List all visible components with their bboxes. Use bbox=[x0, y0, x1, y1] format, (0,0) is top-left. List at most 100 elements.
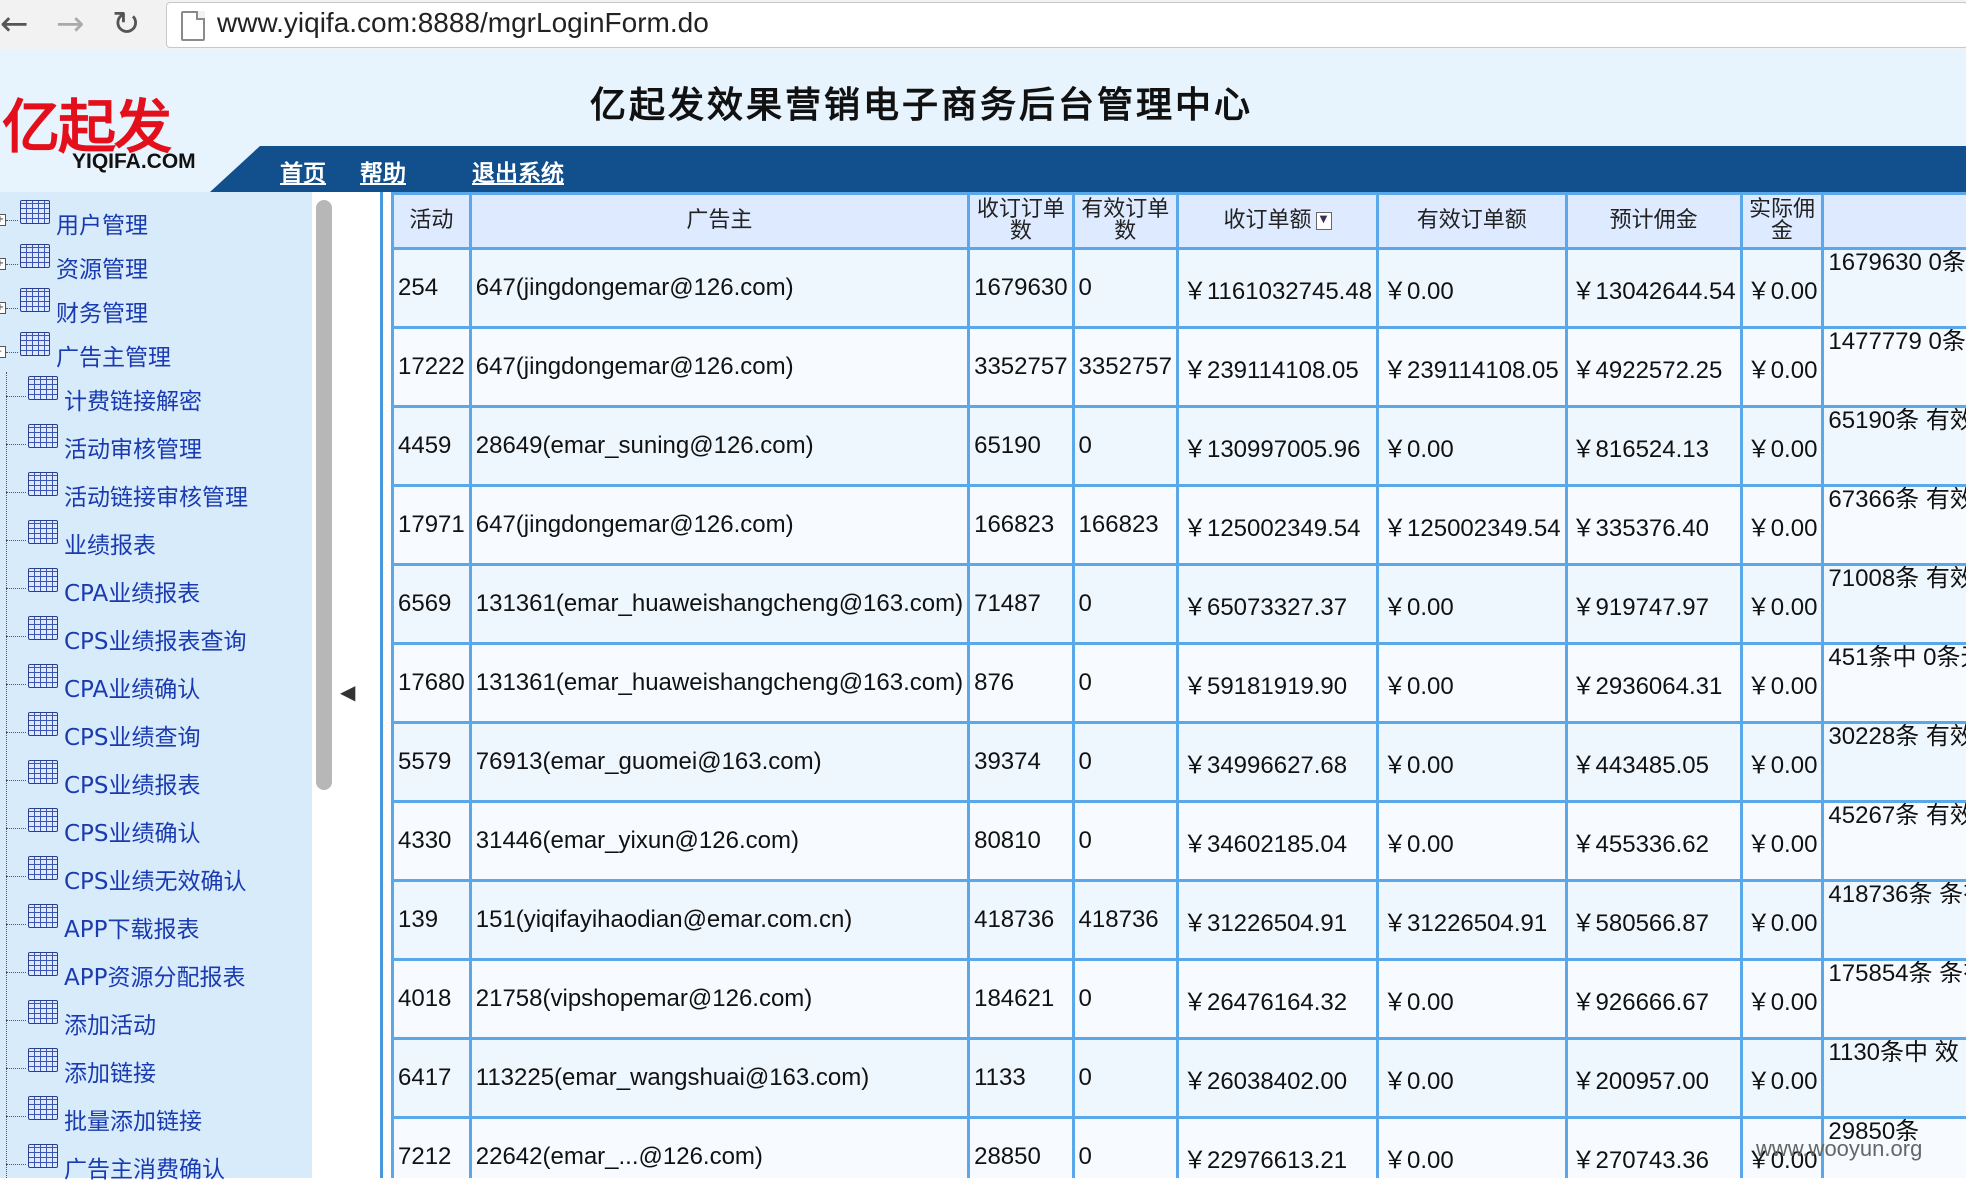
cell-advertiser[interactable]: 113225(emar_wangshuai@163.com) bbox=[470, 1039, 968, 1118]
cell-advertiser[interactable]: 76913(emar_guomei@163.com) bbox=[470, 723, 968, 802]
cell-activity-id[interactable]: 4018 bbox=[393, 960, 471, 1039]
cell-actual-commission: ￥0.00 bbox=[1741, 407, 1823, 486]
yiqifa-logo[interactable]: 亿起发 YIQIFA.COM bbox=[0, 70, 230, 192]
cell-activity-id[interactable]: 7212 bbox=[393, 1118, 471, 1179]
sort-desc-icon[interactable]: ▼ bbox=[1316, 212, 1332, 230]
sidebar-item-add-activity[interactable]: 添加活动 bbox=[0, 1000, 310, 1040]
cell-valid-orders: 166823 bbox=[1073, 486, 1177, 565]
sidebar-item-label: 批量添加链接 bbox=[64, 1102, 202, 1136]
sidebar-item-cps-confirm[interactable]: CPS业绩确认 bbox=[0, 808, 310, 848]
cell-advertiser[interactable]: 647(jingdongemar@126.com) bbox=[470, 486, 968, 565]
cell-activity-id[interactable]: 254 bbox=[393, 249, 471, 328]
grid-icon bbox=[28, 616, 58, 640]
cell-activity-id[interactable]: 4459 bbox=[393, 407, 471, 486]
back-arrow-icon[interactable]: ← bbox=[0, 4, 29, 44]
grid-icon bbox=[28, 904, 58, 928]
header-valid-amount[interactable]: 有效订单额 bbox=[1378, 194, 1567, 249]
header-advertiser[interactable]: 广告主 bbox=[470, 194, 968, 249]
cell-received-amount: ￥59181919.90 bbox=[1177, 644, 1377, 723]
sidebar-item-cps-invalid-confirm[interactable]: CPS业绩无效确认 bbox=[0, 856, 310, 896]
header-received-orders[interactable]: 收订订单数 bbox=[969, 194, 1073, 249]
table-row: 254647(jingdongemar@126.com)16796300￥116… bbox=[393, 249, 1966, 328]
grid-icon bbox=[28, 664, 58, 688]
cell-valid-orders: 0 bbox=[1073, 1118, 1177, 1179]
sidebar-item-batch-add-link[interactable]: 批量添加链接 bbox=[0, 1096, 310, 1136]
sidebar-scrollbar[interactable] bbox=[316, 200, 332, 790]
sidebar-item-advertiser-mgmt[interactable]: - 广告主管理 bbox=[0, 332, 300, 372]
nav-help-link[interactable]: 帮助 bbox=[360, 154, 406, 188]
nav-logout-link[interactable]: 退出系统 bbox=[472, 154, 564, 188]
cell-advertiser[interactable]: 151(yiqifayihaodian@emar.com.cn) bbox=[470, 881, 968, 960]
sidebar-item-cpa-confirm[interactable]: CPA业绩确认 bbox=[0, 664, 310, 704]
grid-icon bbox=[28, 760, 58, 784]
sidebar-item-cps-query[interactable]: CPS业绩查询 bbox=[0, 712, 310, 752]
cell-received-amount: ￥26476164.32 bbox=[1177, 960, 1377, 1039]
header-received-amount[interactable]: 收订单额▼ bbox=[1177, 194, 1377, 249]
cell-valid-amount: ￥0.00 bbox=[1378, 644, 1567, 723]
sidebar-item-billing-link-decrypt[interactable]: 计费链接解密 bbox=[0, 376, 310, 416]
cell-valid-orders: 3352757 bbox=[1073, 328, 1177, 407]
sidebar-item-app-download-report[interactable]: APP下载报表 bbox=[0, 904, 310, 944]
sidebar-item-finance-mgmt[interactable]: + 财务管理 bbox=[0, 288, 300, 328]
nav-home-link[interactable]: 首页 bbox=[280, 154, 326, 188]
forward-arrow-icon[interactable]: → bbox=[56, 4, 85, 44]
page-icon bbox=[181, 11, 205, 41]
sidebar-item-cpa-report[interactable]: CPA业绩报表 bbox=[0, 568, 310, 608]
url-text[interactable]: www.yiqifa.com:8888/mgrLoginForm.do bbox=[217, 7, 709, 39]
sidebar-item-advertiser-consume-confirm[interactable]: 广告主消费确认 bbox=[0, 1144, 310, 1184]
sidebar-item-activity-review[interactable]: 活动审核管理 bbox=[0, 424, 310, 464]
header-actual-commission[interactable]: 实际佣金 bbox=[1741, 194, 1823, 249]
cell-valid-orders: 0 bbox=[1073, 802, 1177, 881]
sidebar-item-app-resource-report[interactable]: APP资源分配报表 bbox=[0, 952, 310, 992]
cell-advertiser[interactable]: 647(jingdongemar@126.com) bbox=[470, 249, 968, 328]
header-activity[interactable]: 活动 bbox=[393, 194, 471, 249]
table-row: 139151(yiqifayihaodian@emar.com.cn)41873… bbox=[393, 881, 1966, 960]
cell-activity-id[interactable]: 17680 bbox=[393, 644, 471, 723]
cell-valid-orders: 0 bbox=[1073, 249, 1177, 328]
cell-advertiser[interactable]: 647(jingdongemar@126.com) bbox=[470, 328, 968, 407]
cell-advertiser[interactable]: 22642(emar_...@126.com) bbox=[470, 1118, 968, 1179]
cell-activity-id[interactable]: 17971 bbox=[393, 486, 471, 565]
cell-received-amount: ￥125002349.54 bbox=[1177, 486, 1377, 565]
cell-advertiser[interactable]: 21758(vipshopemar@126.com) bbox=[470, 960, 968, 1039]
cell-valid-amount: ￥0.00 bbox=[1378, 565, 1567, 644]
header-valid-orders[interactable]: 有效订单数 bbox=[1073, 194, 1177, 249]
sidebar-item-label: CPA业绩报表 bbox=[64, 574, 200, 608]
header-estimated-commission[interactable]: 预计佣金 bbox=[1566, 194, 1741, 249]
report-table-area: 活动 广告主 收订订单数 有效订单数 收订单额▼ 有效订单额 预计佣金 实际佣金… bbox=[380, 192, 1966, 1178]
reload-icon[interactable]: ↻ bbox=[112, 4, 141, 44]
cell-valid-orders: 0 bbox=[1073, 565, 1177, 644]
sidebar-item-add-link[interactable]: 添加链接 bbox=[0, 1048, 310, 1088]
cell-remark: 71008条 有效 | 0条 广告主确 bbox=[1823, 565, 1966, 644]
table-row: 17971647(jingdongemar@126.com)1668231668… bbox=[393, 486, 1966, 565]
sidebar-item-cps-report-query[interactable]: CPS业绩报表查询 bbox=[0, 616, 310, 656]
sidebar-item-resource-mgmt[interactable]: + 资源管理 bbox=[0, 244, 300, 284]
cell-received-orders: 71487 bbox=[969, 565, 1073, 644]
cell-advertiser[interactable]: 28649(emar_suning@126.com) bbox=[470, 407, 968, 486]
grid-icon bbox=[20, 288, 50, 312]
cell-advertiser[interactable]: 131361(emar_huaweishangcheng@163.com) bbox=[470, 565, 968, 644]
sidebar-item-cps-report[interactable]: CPS业绩报表 bbox=[0, 760, 310, 800]
cell-activity-id[interactable]: 6569 bbox=[393, 565, 471, 644]
sidebar-item-activity-link-review[interactable]: 活动链接审核管理 bbox=[0, 472, 310, 512]
cell-activity-id[interactable]: 6417 bbox=[393, 1039, 471, 1118]
cell-advertiser[interactable]: 31446(emar_yixun@126.com) bbox=[470, 802, 968, 881]
system-title: 亿起发效果营销电子商务后台管理中心 bbox=[590, 76, 1253, 128]
cell-valid-amount: ￥31226504.91 bbox=[1378, 881, 1567, 960]
collapse-sidebar-icon[interactable]: ◀ bbox=[340, 680, 358, 720]
address-bar[interactable]: www.yiqifa.com:8888/mgrLoginForm.do bbox=[166, 2, 1966, 48]
cell-activity-id[interactable]: 5579 bbox=[393, 723, 471, 802]
cell-activity-id[interactable]: 4330 bbox=[393, 802, 471, 881]
table-row: 557976913(emar_guomei@163.com)393740￥349… bbox=[393, 723, 1966, 802]
sidebar-item-user-mgmt[interactable]: + 用户管理 bbox=[0, 200, 300, 240]
cell-estimated-commission: ￥2936064.31 bbox=[1566, 644, 1741, 723]
sidebar-item-label: 用户管理 bbox=[56, 206, 148, 240]
grid-icon bbox=[28, 1048, 58, 1072]
cell-advertiser[interactable]: 131361(emar_huaweishangcheng@163.com) bbox=[470, 644, 968, 723]
sidebar-item-performance-report[interactable]: 业绩报表 bbox=[0, 520, 310, 560]
cell-activity-id[interactable]: 139 bbox=[393, 881, 471, 960]
cell-activity-id[interactable]: 17222 bbox=[393, 328, 471, 407]
grid-icon bbox=[20, 244, 50, 268]
cell-valid-amount: ￥125002349.54 bbox=[1378, 486, 1567, 565]
cell-received-amount: ￥130997005.96 bbox=[1177, 407, 1377, 486]
